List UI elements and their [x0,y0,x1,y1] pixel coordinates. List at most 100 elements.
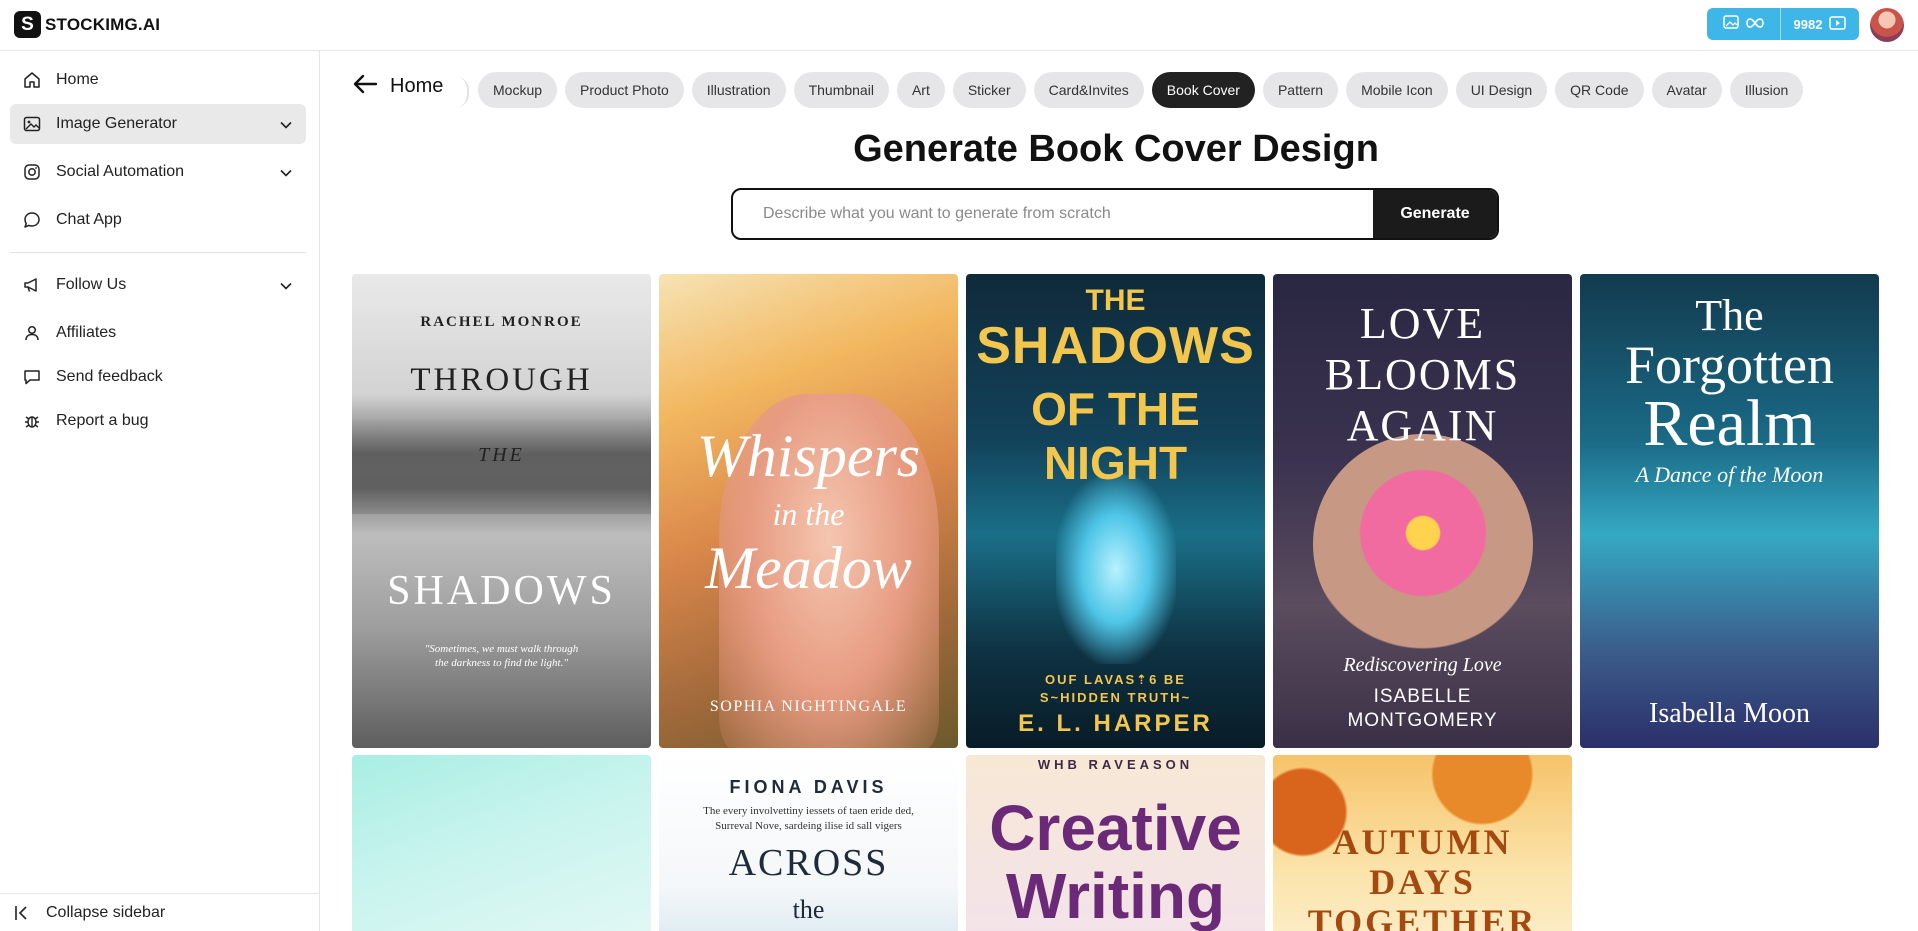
logo-mark: S [14,11,41,38]
card-author: WHB RAVEASON [1037,757,1194,772]
card-author: Isabella Moon [1649,698,1810,729]
gallery-card[interactable]: AUTUMN DAYS TOGETHER [1273,755,1572,931]
chip-illustration[interactable]: Illustration [691,72,786,108]
chip-product-photo[interactable]: Product Photo [565,72,684,108]
sidebar-item-label: Report a bug [56,412,149,429]
card-author: ISABELLE [1373,686,1472,707]
card-title: DAYS [1369,862,1476,902]
page-title: Generate Book Cover Design [853,128,1379,170]
card-title: Creative [989,792,1242,864]
video-icon [1829,15,1847,33]
unlimited-images-indicator[interactable] [1707,8,1781,40]
chat-icon [22,210,42,230]
chip-sticker[interactable]: Sticker [952,72,1026,108]
chip-art[interactable]: Art [896,72,945,108]
sidebar-item-label: Send feedback [56,368,163,385]
card-title: ACROSS [728,842,889,884]
card-title: SHADOWS [387,568,616,614]
collapse-sidebar-button[interactable]: Collapse sidebar [0,893,320,931]
instagram-icon [22,162,42,182]
card-blurb: The every involvettiny iessets of taen e… [703,805,914,817]
credits-widget[interactable]: 9982 [1707,8,1859,40]
generate-button[interactable]: Generate [1373,190,1497,238]
image-icon [1722,14,1739,34]
chip-illusion[interactable]: Illusion [1729,72,1804,108]
image-icon [22,114,42,134]
logo-text: STOCKIMG.AI [45,14,161,34]
card-title: TOGETHER [1307,902,1538,931]
chip-mobile-icon[interactable]: Mobile Icon [1346,72,1448,108]
megaphone-icon [22,275,42,295]
card-title: THROUGH [410,362,593,398]
card-title: THE [1085,284,1146,317]
card-author: SOPHIA NIGHTINGALE [709,698,908,715]
card-title: AGAIN [1346,401,1499,450]
infinity-icon [1745,15,1765,33]
gallery-card[interactable]: THE SHADOWS OF THE NIGHT OUF LAVAS⇡6 BE … [966,274,1265,748]
gallery-card[interactable] [352,755,651,931]
gallery-card[interactable]: Whispers in the Meadow SOPHIA NIGHTINGAL… [659,274,958,748]
card-quote: "Sometimes, we must walk through [424,643,579,655]
prompt-bar: Generate [731,188,1499,240]
back-label: Home [390,75,444,97]
sidebar-item-chat-app[interactable]: Chat App [10,200,306,240]
category-chips: Mockup Product Photo Illustration Thumbn… [478,72,1804,108]
card-title: AUTUMN [1332,822,1513,862]
gallery-card[interactable]: The Forgotten Realm A Dance of the Moon … [1580,274,1879,748]
chip-card-invites[interactable]: Card&Invites [1033,72,1144,108]
card-title: Meadow [705,535,912,601]
chevron-down-icon[interactable] [280,116,292,134]
card-subtitle: A Dance of the Moon [1635,462,1824,487]
sidebar-item-label: Affiliates [56,324,117,341]
sidebar-item-home[interactable]: Home [10,60,306,100]
chip-ui-design[interactable]: UI Design [1455,72,1548,108]
sidebar-item-social-automation[interactable]: Social Automation [10,152,306,192]
chip-qr-code[interactable]: QR Code [1555,72,1644,108]
bug-icon [22,411,42,431]
gallery-card[interactable]: LOVE BLOOMS AGAIN Rediscovering Love ISA… [1273,274,1572,748]
home-icon [22,70,42,90]
lotus-artwork [1313,434,1533,654]
card-author: E. L. HARPER [1018,710,1213,737]
chip-avatar[interactable]: Avatar [1651,72,1722,108]
logo[interactable]: S STOCKIMG.AI [14,11,160,38]
sidebar-item-image-generator[interactable]: Image Generator [10,104,306,144]
gallery-card[interactable]: RACHEL MONROE THROUGH THE SHADOWS "Somet… [352,274,651,748]
chevron-down-icon[interactable] [280,164,292,182]
chips-scroll-edge [455,76,469,108]
card-title: in the [772,496,845,532]
prompt-input[interactable] [733,190,1373,238]
feedback-icon [22,367,42,387]
card-blurb: Surreval Nove, sardeing ilise id sall vi… [715,820,902,832]
card-title: SHADOWS [976,317,1255,375]
back-home-button[interactable]: Home [352,74,443,99]
chip-thumbnail[interactable]: Thumbnail [793,72,889,108]
avatar[interactable] [1870,8,1904,42]
card-title: BLOOMS [1324,350,1521,399]
credits-value: 9982 [1793,16,1823,32]
card-title: Writing [1005,860,1226,931]
sidebar-item-label: Image Generator [56,115,177,132]
card-quote: the darkness to find the light." [435,657,568,669]
top-bar: S STOCKIMG.AI 9982 [0,0,1918,51]
card-title: OF THE NIGHT [1031,383,1200,489]
chip-book-cover[interactable]: Book Cover [1151,72,1255,108]
chip-mockup[interactable]: Mockup [478,72,558,108]
card-author: FIONA DAVIS [729,777,888,797]
card-title: LOVE [1359,299,1486,348]
sidebar-item-affiliates[interactable]: Affiliates [10,313,306,353]
user-icon [22,323,42,343]
card-tagline: S~HIDDEN TRUTH~ [1039,690,1192,705]
card-title: THE [478,444,525,466]
sidebar-item-report-bug[interactable]: Report a bug [10,401,306,441]
collapse-sidebar-label: Collapse sidebar [46,903,166,921]
chevron-down-icon[interactable] [280,277,292,295]
sidebar-item-send-feedback[interactable]: Send feedback [10,357,306,397]
sidebar-item-label: Home [56,71,99,88]
gallery-card[interactable]: FIONA DAVIS The every involvettiny iesse… [659,755,958,931]
gallery-card[interactable]: WHB RAVEASON Creative Writing [966,755,1265,931]
chip-pattern[interactable]: Pattern [1262,72,1339,108]
sidebar-item-follow-us[interactable]: Follow Us [10,265,306,305]
video-credits-indicator[interactable]: 9982 [1781,8,1859,40]
card-subtitle: Rediscovering Love [1343,654,1502,676]
